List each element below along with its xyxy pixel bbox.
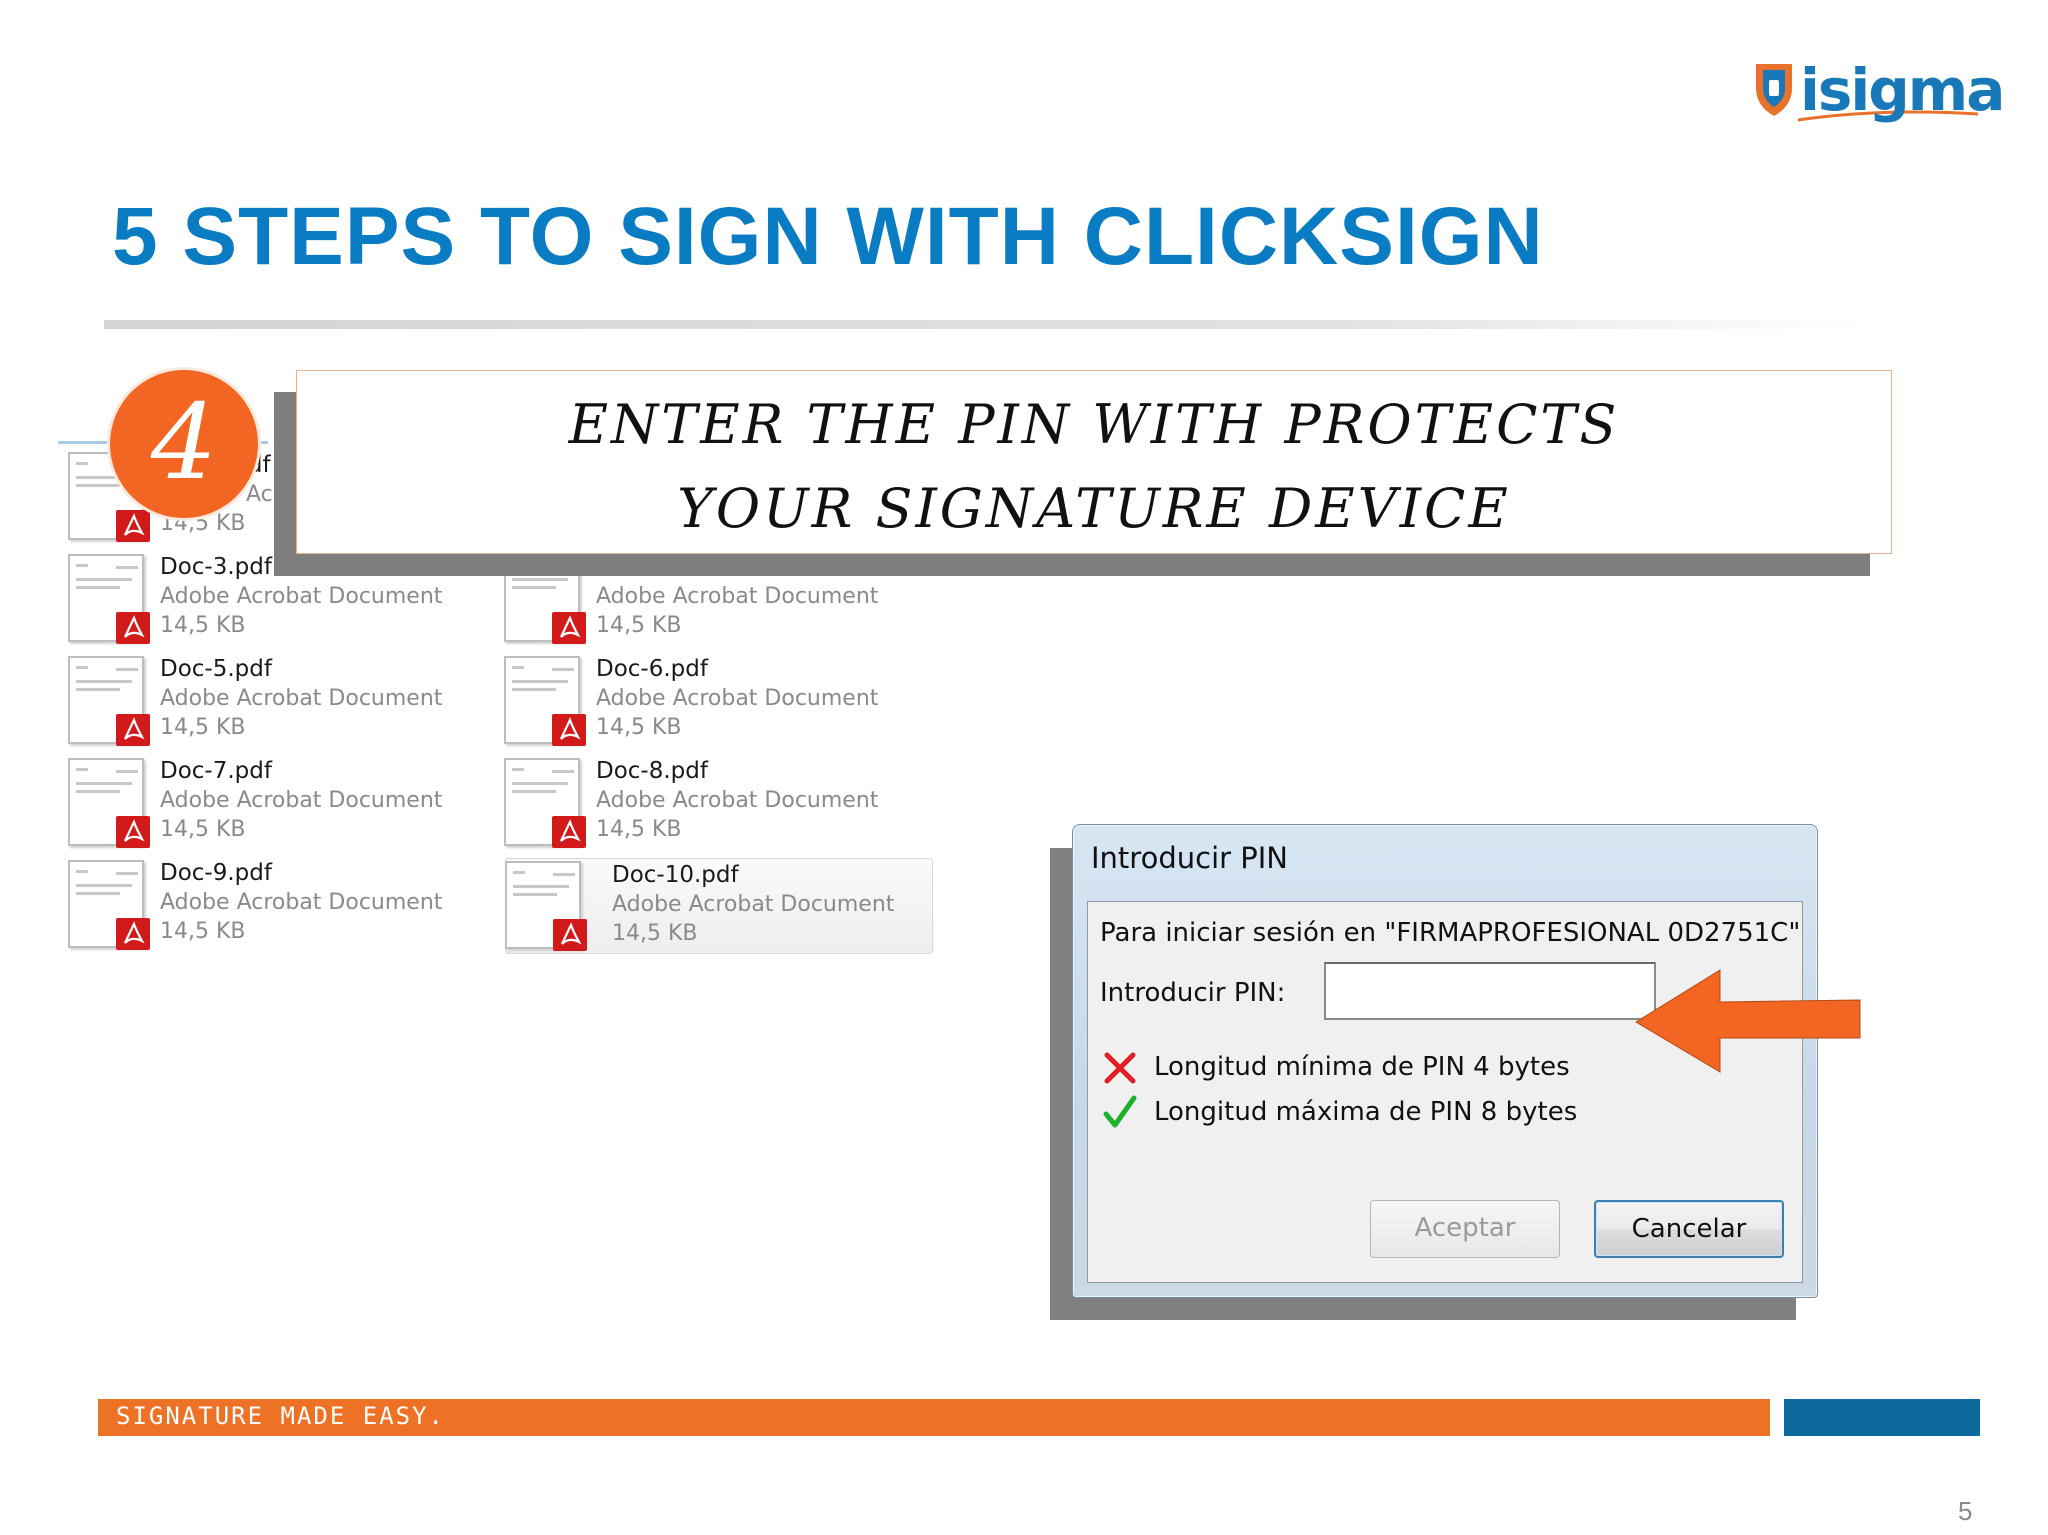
file-item-doc-7[interactable]: Doc-7.pdf Adobe Acrobat Document 14,5 KB	[54, 752, 494, 848]
file-name: Doc-7.pdf	[160, 758, 272, 784]
file-size: 14,5 KB	[612, 921, 698, 946]
file-item-doc-9[interactable]: Doc-9.pdf Adobe Acrobat Document 14,5 KB	[54, 854, 494, 950]
dialog-title: Introducir PIN	[1091, 841, 1288, 875]
file-name: Doc-5.pdf	[160, 656, 272, 682]
pdf-icon	[116, 510, 150, 542]
file-size: 14,5 KB	[596, 817, 682, 842]
footer-accent-block	[1784, 1399, 1980, 1436]
pdf-icon	[116, 816, 150, 848]
file-size: 14,5 KB	[596, 613, 682, 638]
footer-bar: SIGNATURE MADE EASY.	[98, 1399, 1770, 1436]
file-name: Doc-8.pdf	[596, 758, 708, 784]
green-check-icon	[1103, 1095, 1137, 1128]
title-divider	[104, 320, 1864, 329]
pin-input[interactable]	[1324, 962, 1656, 1020]
file-size: 14,5 KB	[160, 715, 246, 740]
pin-label: Introducir PIN:	[1100, 978, 1286, 1008]
file-type: Adobe Acrobat Document	[160, 788, 443, 813]
pdf-icon	[552, 612, 586, 644]
step-instruction-callout: ENTER THE PIN WITH PROTECTS YOUR SIGNATU…	[296, 370, 1892, 554]
pin-min-length-rule: Longitud mínima de PIN 4 bytes	[1154, 1052, 1570, 1082]
pdf-icon	[553, 919, 587, 951]
step-number: 4	[150, 381, 218, 503]
file-item-doc-6[interactable]: Doc-6.pdf Adobe Acrobat Document 14,5 KB	[490, 650, 930, 746]
page-number: 5	[1958, 1496, 1973, 1526]
pin-max-length-rule: Longitud máxima de PIN 8 bytes	[1154, 1097, 1578, 1127]
pdf-icon	[552, 816, 586, 848]
step-number-badge: 4	[110, 370, 258, 518]
callout-text-line-1: ENTER THE PIN WITH PROTECTS	[568, 393, 1620, 456]
file-size: 14,5 KB	[160, 919, 246, 944]
file-type: Adobe Acrobat Document	[596, 686, 879, 711]
file-size: 14,5 KB	[160, 817, 246, 842]
pdf-icon	[116, 612, 150, 644]
pdf-icon	[116, 918, 150, 950]
dialog-body: Para iniciar sesión en "FIRMAPROFESIONAL…	[1087, 901, 1803, 1283]
accept-button[interactable]: Aceptar	[1370, 1200, 1560, 1258]
file-item-doc-8[interactable]: Doc-8.pdf Adobe Acrobat Document 14,5 KB	[490, 752, 930, 848]
isigma-logo: isigma	[1752, 58, 2005, 128]
pointer-arrow-icon	[1635, 969, 1861, 1073]
file-type: Adobe Acrobat Document	[612, 892, 895, 917]
file-size: 14,5 KB	[160, 613, 246, 638]
session-label: Para iniciar sesión en "FIRMAPROFESIONAL…	[1100, 918, 1801, 948]
file-name: Doc-10.pdf	[612, 862, 739, 888]
file-size: 14,5 KB	[596, 715, 682, 740]
callout-text-line-2: YOUR SIGNATURE DEVICE	[677, 477, 1511, 540]
file-name: Doc-3.pdf	[160, 554, 272, 580]
file-name: Doc-6.pdf	[596, 656, 708, 682]
logo-wordmark: isigma	[1800, 56, 2005, 124]
file-type: Adobe Acrobat Document	[160, 890, 443, 915]
file-type: Adobe Acrobat Document	[596, 788, 879, 813]
red-x-icon	[1104, 1052, 1136, 1084]
file-type: Adobe Acrobat Document	[160, 584, 443, 609]
pdf-icon	[552, 714, 586, 746]
footer-tagline: SIGNATURE MADE EASY.	[116, 1402, 445, 1430]
file-item-doc-10[interactable]: Doc-10.pdf Adobe Acrobat Document 14,5 K…	[505, 858, 933, 954]
file-type: Adobe Acrobat Document	[596, 584, 879, 609]
cancel-button[interactable]: Cancelar	[1594, 1200, 1784, 1258]
file-type: Adobe Acrobat Document	[160, 686, 443, 711]
slide-title: 5 STEPS TO SIGN WITH CLICKSIGN	[112, 191, 1544, 282]
pdf-icon	[116, 714, 150, 746]
file-item-doc-5[interactable]: Doc-5.pdf Adobe Acrobat Document 14,5 KB	[54, 650, 494, 746]
file-name: Doc-9.pdf	[160, 860, 272, 886]
